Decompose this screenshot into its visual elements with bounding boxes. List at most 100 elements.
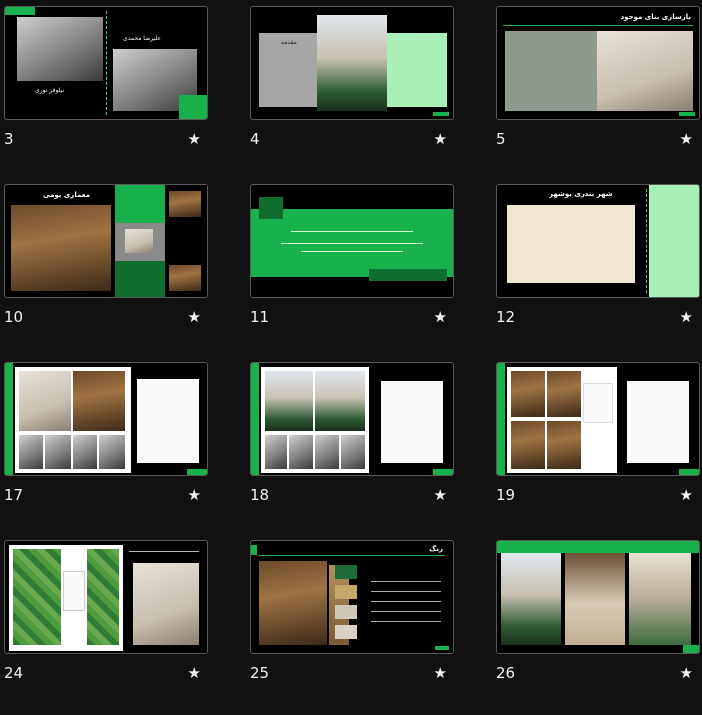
color-swatch [335, 605, 357, 619]
accent-bar [5, 7, 35, 15]
star-icon[interactable]: ★ [434, 664, 447, 682]
courtyard-photo [265, 371, 313, 431]
accent-mark [433, 112, 449, 116]
plants-photo [13, 549, 61, 645]
slide-thumbnail-12[interactable]: شهر بندری بوشهر 12 ★ [496, 184, 702, 359]
text-panel [505, 31, 601, 111]
slide-thumbnail-3[interactable]: علیرضا محمدی نیلوفر نوری 3 ★ [4, 6, 210, 181]
text-line [371, 581, 441, 582]
interior-photo [547, 371, 581, 417]
star-icon[interactable]: ★ [680, 130, 693, 148]
accent-mark [683, 645, 699, 653]
member-name: نیلوفر نوری [35, 87, 65, 94]
floor-plan [137, 379, 199, 463]
slide-thumbnail-24[interactable]: 24 ★ [4, 540, 210, 715]
slide-title: رنگ [429, 545, 443, 553]
city-map [507, 205, 635, 283]
text-panel [649, 185, 699, 297]
interior-photo [511, 421, 545, 469]
star-icon[interactable]: ★ [680, 664, 693, 682]
slide-thumbnail-10[interactable]: معماری بومی 10 ★ [4, 184, 210, 359]
slide-preview[interactable]: علیرضا محمدی نیلوفر نوری [4, 6, 208, 120]
star-icon[interactable]: ★ [188, 130, 201, 148]
slide-preview[interactable]: مقدمه [250, 6, 454, 120]
slide-preview[interactable] [4, 540, 208, 654]
text-line [371, 621, 441, 622]
accent-mark [433, 469, 453, 475]
star-icon[interactable]: ★ [188, 486, 201, 504]
accent-mark [251, 545, 257, 555]
text-line [371, 611, 441, 612]
slide-thumbnail-25[interactable]: رنگ 25 ★ [250, 540, 456, 715]
detail-photo [169, 191, 201, 217]
accent-bar [497, 541, 699, 553]
star-icon[interactable]: ★ [188, 308, 201, 326]
interior-photo [45, 435, 71, 469]
slide-preview[interactable]: معماری بومی [4, 184, 208, 298]
slide-title: مقدمه [281, 39, 297, 46]
member-name: علیرضا محمدی [123, 35, 161, 42]
slide-preview[interactable] [496, 362, 700, 476]
slide-number: 10 [4, 308, 24, 326]
slide-thumbnail-19[interactable]: 19 ★ [496, 362, 702, 537]
star-icon[interactable]: ★ [680, 486, 693, 504]
detail-photo [125, 229, 153, 253]
slide-preview[interactable] [250, 362, 454, 476]
floor-plan [63, 571, 85, 611]
floor-plan [583, 383, 613, 423]
floor-plan [381, 381, 443, 463]
bedroom-photo [565, 553, 625, 645]
slide-number: 19 [496, 486, 516, 504]
detail-photo [169, 265, 201, 291]
green-card [115, 185, 165, 223]
slide-number: 4 [250, 130, 260, 148]
star-icon[interactable]: ★ [434, 486, 447, 504]
slide-thumbnail-4[interactable]: مقدمه 4 ★ [250, 6, 456, 181]
interior-photo [265, 435, 287, 469]
slide-preview[interactable]: شهر بندری بوشهر [496, 184, 700, 298]
slide-preview[interactable]: بازسازی بنای موجود [496, 6, 700, 120]
star-icon[interactable]: ★ [680, 308, 693, 326]
accent-square [259, 197, 283, 219]
star-icon[interactable]: ★ [188, 664, 201, 682]
architecture-photo [11, 205, 111, 291]
divider [646, 189, 648, 293]
interior-photo [19, 371, 71, 431]
interior-photo [547, 421, 581, 469]
accent-rect [369, 269, 447, 281]
interior-photo [315, 435, 339, 469]
text-line [371, 601, 441, 602]
slide-thumbnail-5[interactable]: بازسازی بنای موجود 5 ★ [496, 6, 702, 181]
slide-preview[interactable] [250, 184, 454, 298]
text-line [301, 251, 403, 252]
slide-preview[interactable] [4, 362, 208, 476]
slide-number: 5 [496, 130, 506, 148]
slide-number: 3 [4, 130, 14, 148]
courtyard-photo [317, 15, 387, 111]
accent-block [179, 95, 207, 119]
slide-title: معماری بومی [43, 191, 90, 199]
text-panel [387, 33, 447, 107]
text-line [129, 551, 199, 552]
interior-photo [99, 435, 125, 469]
slide-preview[interactable]: رنگ [250, 540, 454, 654]
interior-photo [511, 371, 545, 417]
portrait-photo [17, 17, 103, 81]
color-swatch [335, 585, 357, 599]
star-icon[interactable]: ★ [434, 308, 447, 326]
accent-mark [435, 646, 449, 650]
accent-bar [5, 363, 13, 475]
slide-title: شهر بندری بوشهر [549, 190, 613, 198]
divider [106, 11, 108, 115]
interior-photo [19, 435, 43, 469]
slide-preview[interactable] [496, 540, 700, 654]
slide-number: 12 [496, 308, 516, 326]
courtyard-photo [629, 553, 691, 645]
slide-number: 17 [4, 486, 24, 504]
slide-thumbnail-11[interactable]: 11 ★ [250, 184, 456, 359]
slide-thumbnail-18[interactable]: 18 ★ [250, 362, 456, 537]
star-icon[interactable]: ★ [434, 130, 447, 148]
slide-thumbnail-17[interactable]: 17 ★ [4, 362, 210, 537]
slide-thumbnail-26[interactable]: 26 ★ [496, 540, 702, 715]
text-line [371, 591, 441, 592]
